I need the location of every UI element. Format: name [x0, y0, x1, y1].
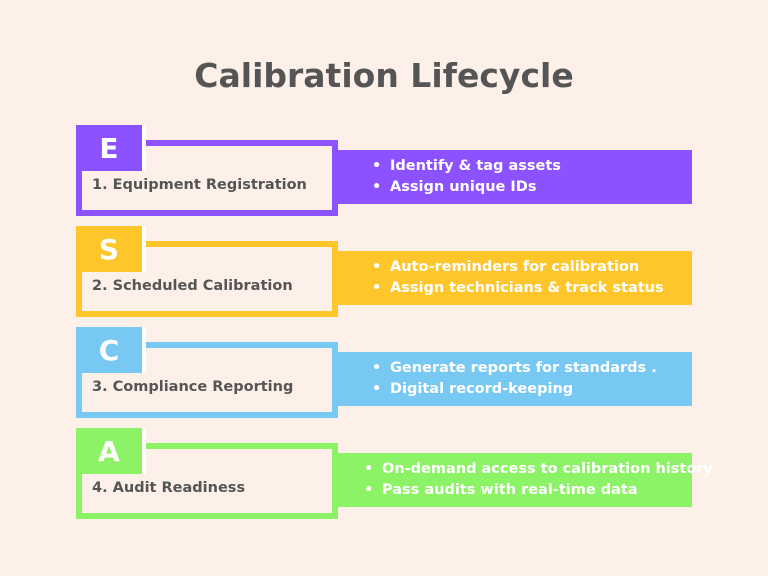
- letter-badge-e: E: [76, 125, 146, 171]
- bullet-item: On-demand access to calibration history: [364, 459, 713, 480]
- bullet-item: Generate reports for standards .: [372, 358, 657, 379]
- step-title: 4. Audit Readiness: [92, 480, 246, 496]
- step-audit-readiness: A 4. Audit Readiness On-demand access to…: [76, 428, 713, 520]
- step-title: 2. Scheduled Calibration: [92, 278, 293, 294]
- bullet-item: Assign technicians & track status: [372, 278, 664, 299]
- bullet-item: Digital record-keeping: [372, 379, 657, 400]
- bullet-item: Auto-reminders for calibration: [372, 257, 664, 278]
- letter-badge-c: C: [76, 327, 146, 373]
- letter-badge-s: S: [76, 226, 146, 272]
- step-details: Auto-reminders for calibration Assign te…: [338, 251, 692, 305]
- bullet-item: Identify & tag assets: [372, 156, 561, 177]
- step-scheduled-calibration: S 2. Scheduled Calibration Auto-reminder…: [76, 226, 692, 318]
- bullet-item: Assign unique IDs: [372, 177, 561, 198]
- letter-badge-a: A: [76, 428, 146, 474]
- step-title: 1. Equipment Registration: [92, 177, 307, 193]
- step-title: 3. Compliance Reporting: [92, 379, 294, 395]
- bullet-item: Pass audits with real-time data: [364, 480, 713, 501]
- step-details: Identify & tag assets Assign unique IDs: [338, 150, 692, 204]
- step-details: On-demand access to calibration history …: [338, 453, 713, 507]
- step-details: Generate reports for standards . Digital…: [338, 352, 692, 406]
- diagram-title: Calibration Lifecycle: [194, 56, 574, 95]
- step-compliance-reporting: C 3. Compliance Reporting Generate repor…: [76, 327, 692, 419]
- step-equipment-registration: E 1. Equipment Registration Identify & t…: [76, 125, 692, 217]
